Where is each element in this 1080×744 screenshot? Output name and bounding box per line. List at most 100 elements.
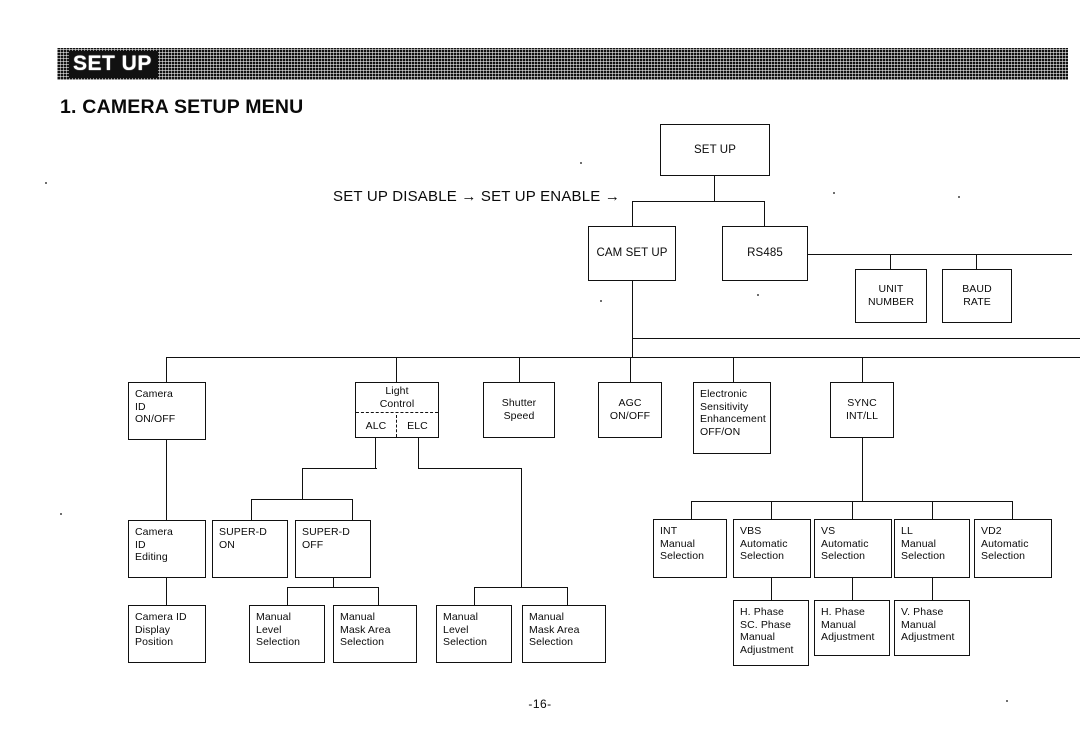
node-sync-line-1: INT/LL xyxy=(845,410,879,422)
node-camera-id-display-position-line-2: Position xyxy=(135,636,174,649)
node-alc-manual-level-selection: Manual Level Selection xyxy=(249,605,325,663)
connector-to-alc-manual-mask xyxy=(378,587,380,605)
node-vs-phase-line-0: H. Phase xyxy=(821,606,865,618)
node-sync: SYNC INT/LL xyxy=(830,382,894,438)
connector-to-super-d-on xyxy=(251,499,253,520)
node-ese-line-3: OFF/ON xyxy=(700,425,741,438)
connector-setup-down xyxy=(714,176,716,202)
connector-upper-rule xyxy=(632,338,1080,340)
node-sync-vbs: VBS Automatic Selection xyxy=(733,519,811,578)
connector-to-rs485 xyxy=(764,201,766,226)
node-alc-manual-level-line-0: Manual xyxy=(256,611,292,623)
node-camera-id-line-0: Camera xyxy=(135,388,173,400)
node-elc-manual-level-line-2: Selection xyxy=(443,636,488,649)
node-camera-id-editing-line-0: Camera xyxy=(135,526,173,538)
scan-speck xyxy=(600,300,602,302)
setup-enable-flow-label: SET UP DISABLE → SET UP ENABLE → xyxy=(333,188,621,205)
node-vbs-phase-line-1: SC. Phase xyxy=(740,618,792,631)
connector-to-camera-id xyxy=(166,357,168,382)
node-ese-line-2: Enhancement xyxy=(700,413,766,426)
page-number: -16- xyxy=(528,697,552,711)
node-camera-id-line-2: ON/OFF xyxy=(135,413,176,426)
node-sync-int-line-1: Manual xyxy=(660,537,696,550)
node-super-d-off-line-0: SUPER-D xyxy=(302,526,350,538)
document-page: SET UP 1. CAMERA SETUP MENU SET UP DISAB… xyxy=(0,0,1080,744)
node-camera-id-display-position: Camera ID Display Position xyxy=(128,605,206,663)
connector-elc-manual-bus xyxy=(474,587,568,589)
connector-elc-right xyxy=(418,468,522,470)
node-ll-phase-line-2: Adjustment xyxy=(901,631,955,644)
connector-alc-manual-bus xyxy=(287,587,379,589)
connector-cam-set-up-down xyxy=(632,281,634,358)
node-elc-manual-level-line-1: Level xyxy=(443,623,469,636)
node-baud-rate-line-0: BAUD xyxy=(962,283,992,296)
connector-ll-to-phase xyxy=(932,578,934,600)
node-vbs-phase-line-2: Manual xyxy=(740,631,776,644)
node-camera-id: Camera ID ON/OFF xyxy=(128,382,206,440)
connector-vbs-to-phase xyxy=(771,578,773,600)
node-light-control-title: Light Control xyxy=(356,383,438,413)
node-sync-int-line-0: INT xyxy=(660,525,678,537)
node-cam-set-up: CAM SET UP xyxy=(588,226,676,281)
node-alc-manual-mask-line-2: Selection xyxy=(340,636,385,649)
connector-to-sync-vbs xyxy=(771,501,773,519)
node-baud-rate: BAUD RATE xyxy=(942,269,1012,323)
node-shutter-speed: Shutter Speed xyxy=(483,382,555,438)
node-agc: AGC ON/OFF xyxy=(598,382,662,438)
node-sync-ll-line-0: LL xyxy=(901,525,913,537)
node-sync-vs-line-0: VS xyxy=(821,525,836,537)
node-sync-ll: LL Manual Selection xyxy=(894,519,970,578)
connector-rs485-bus xyxy=(808,254,1072,256)
connector-alc-down2 xyxy=(302,468,304,500)
node-sync-ll-line-1: Manual xyxy=(901,537,937,550)
node-sync-int-line-2: Selection xyxy=(660,550,705,563)
node-ll-phase-line-1: Manual xyxy=(901,618,937,631)
node-alc-manual-mask-area-selection: Manual Mask Area Selection xyxy=(333,605,417,663)
node-sync-vbs-line-0: VBS xyxy=(740,525,762,537)
scan-speck xyxy=(45,182,47,184)
connector-to-unit-number xyxy=(890,254,892,269)
connector-to-sync-vs xyxy=(852,501,854,519)
scan-speck xyxy=(833,192,835,194)
connector-to-ese xyxy=(733,357,735,382)
node-unit-number: UNIT NUMBER xyxy=(855,269,927,323)
node-ll-phase-line-0: V. Phase xyxy=(901,606,944,618)
connector-alc-split-bus xyxy=(251,499,353,501)
connector-elc-down xyxy=(418,438,420,469)
node-elc-manual-mask-line-2: Selection xyxy=(529,636,574,649)
connector-alc-down xyxy=(375,438,377,469)
camera-setup-menu-tree: SET UP DISABLE → SET UP ENABLE → SET UP … xyxy=(0,0,1080,744)
connector-tier0-bus xyxy=(632,201,765,203)
node-sync-line-0: SYNC xyxy=(847,397,877,410)
connector-to-alc-manual-level xyxy=(287,587,289,605)
scan-speck xyxy=(580,162,582,164)
connector-to-elc-manual-level xyxy=(474,587,476,605)
node-sync-vbs-line-1: Automatic xyxy=(740,537,788,550)
connector-vs-to-phase xyxy=(852,578,854,600)
node-set-up: SET UP xyxy=(660,124,770,176)
node-alc-manual-mask-line-1: Mask Area xyxy=(340,623,391,636)
node-sync-vs: VS Automatic Selection xyxy=(814,519,892,578)
node-camera-id-display-position-line-0: Camera ID xyxy=(135,611,187,623)
node-sync-vd2: VD2 Automatic Selection xyxy=(974,519,1052,578)
node-sync-vd2-line-1: Automatic xyxy=(981,537,1029,550)
node-vs-phase-line-1: Manual xyxy=(821,618,857,631)
node-elc-manual-mask-line-1: Mask Area xyxy=(529,623,580,636)
node-super-d-off: SUPER-D OFF xyxy=(295,520,371,578)
scan-speck xyxy=(757,294,759,296)
connector-camera-id-to-editing xyxy=(166,440,168,520)
node-elc-manual-mask-area-selection: Manual Mask Area Selection xyxy=(522,605,606,663)
connector-to-sync xyxy=(862,357,864,382)
connector-editing-to-display-position xyxy=(166,578,168,605)
node-sync-int: INT Manual Selection xyxy=(653,519,727,578)
node-unit-number-line-1: NUMBER xyxy=(867,296,915,308)
connector-to-shutter-speed xyxy=(519,357,521,382)
scan-speck xyxy=(958,196,960,198)
node-set-up-line-0: SET UP xyxy=(694,143,736,156)
node-ese-line-1: Sensitivity xyxy=(700,400,749,413)
connector-to-elc-manual-mask xyxy=(567,587,569,605)
node-sync-vbs-line-2: Selection xyxy=(740,550,785,563)
node-sync-vd2-line-0: VD2 xyxy=(981,525,1002,537)
node-super-d-on-line-1: ON xyxy=(219,538,235,551)
node-super-d-on-line-0: SUPER-D xyxy=(219,526,267,538)
